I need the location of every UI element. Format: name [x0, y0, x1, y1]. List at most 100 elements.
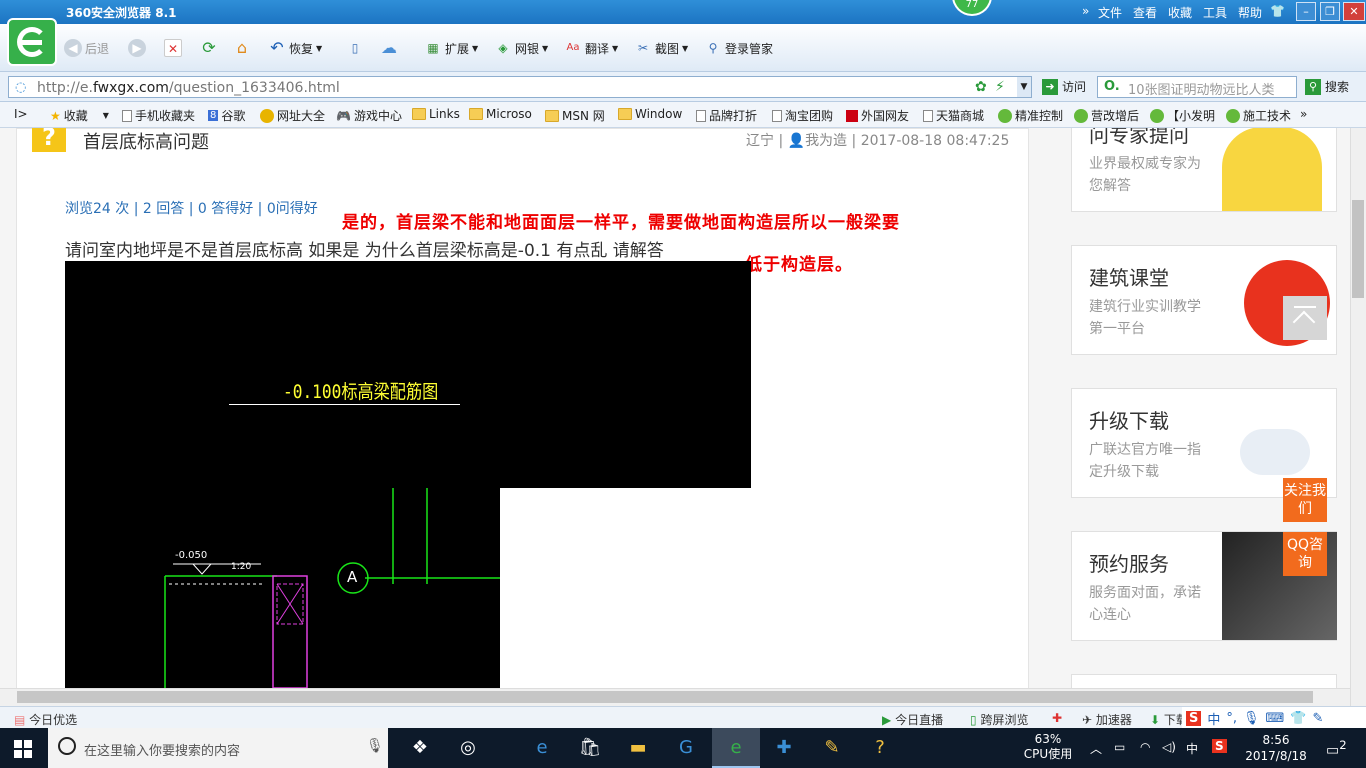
- fav-small-invention[interactable]: 【小发明: [1150, 107, 1215, 124]
- tools-icon: ✎: [1312, 710, 1324, 726]
- restore-button[interactable]: ❐: [1320, 2, 1340, 21]
- today-live[interactable]: ▶ 今日直播: [882, 711, 943, 728]
- forward-button[interactable]: ▶: [128, 38, 146, 58]
- start-button[interactable]: [14, 740, 32, 758]
- translate-button[interactable]: Aa 翻译 ▼: [564, 38, 619, 58]
- glodon-app-icon[interactable]: G: [662, 728, 710, 768]
- cad-lines: [164, 488, 500, 688]
- google-icon: 8: [208, 110, 219, 121]
- today-picks[interactable]: ▤ 今日优选: [14, 711, 77, 728]
- login-manager-button[interactable]: ⚲ 登录管家: [704, 38, 773, 58]
- sidebar-card-expert[interactable]: 问专家提问 业界最权威专家为您解答: [1071, 128, 1337, 212]
- extensions-button[interactable]: ▦ 扩展 ▼: [424, 38, 478, 58]
- fav-construction-tech[interactable]: 施工技术: [1226, 107, 1291, 124]
- url-text[interactable]: http://e.fwxgx.com/question_1633406.html: [37, 80, 340, 96]
- skin-icon: 👕: [1290, 710, 1307, 726]
- play-icon: ▶: [882, 713, 892, 727]
- bookmark-icon: [846, 109, 858, 122]
- cortana-app-icon[interactable]: ◎: [444, 728, 492, 768]
- phone-button[interactable]: ▯: [346, 38, 364, 58]
- edge-icon[interactable]: e: [518, 728, 566, 768]
- compat-mode-icon[interactable]: ✿: [975, 79, 987, 95]
- search-input[interactable]: O. 10张图证明动物远比人类: [1097, 76, 1297, 98]
- url-dropdown-icon[interactable]: ▼: [1017, 77, 1031, 97]
- menu-tools[interactable]: 工具: [1203, 4, 1227, 21]
- plus-icon: [260, 108, 274, 123]
- horizontal-scroll-thumb[interactable]: [17, 691, 1313, 703]
- qq-app-icon[interactable]: ✚: [760, 728, 808, 768]
- fav-links[interactable]: Links: [412, 107, 460, 121]
- refresh-button[interactable]: ⟳: [200, 38, 218, 58]
- close-button[interactable]: ✕: [1343, 2, 1365, 21]
- cpu-indicator[interactable]: 63% CPU使用: [1022, 732, 1074, 762]
- battery-icon[interactable]: ▭: [1114, 740, 1125, 754]
- notification-center[interactable]: ▭2: [1326, 738, 1347, 759]
- dropdown-icon: ▼: [682, 43, 689, 53]
- fav-collect[interactable]: ★ 收藏 ▼: [50, 107, 109, 124]
- mic-icon[interactable]: 🎙: [366, 738, 384, 754]
- netbank-button[interactable]: ◈ 网银 ▼: [494, 38, 548, 58]
- fav-microsoft[interactable]: Microso: [469, 107, 532, 121]
- fav-precise-control[interactable]: 精准控制: [998, 107, 1063, 124]
- favorites-more[interactable]: »: [1300, 107, 1307, 121]
- sidebar-card-title: 问专家提问: [1089, 128, 1189, 147]
- fav-google[interactable]: 8 谷歌: [208, 107, 245, 124]
- skin-icon[interactable]: 👕: [1270, 4, 1285, 18]
- clock[interactable]: 8:56 2017/8/18: [1244, 732, 1308, 764]
- speed-mode-icon[interactable]: ⚡: [995, 79, 1005, 95]
- minimize-button[interactable]: –: [1296, 2, 1316, 21]
- fav-foreign-netizens[interactable]: 外国网友: [846, 107, 909, 124]
- back-button[interactable]: ◀ 后退: [64, 38, 109, 58]
- fav-site-directory[interactable]: 网址大全: [260, 107, 325, 124]
- go-button[interactable]: ➜ 访问: [1042, 78, 1086, 95]
- menu-help[interactable]: 帮助: [1238, 4, 1262, 21]
- ime-toolbar[interactable]: S 中 °, 🎙 ⌨ 👕 ✎: [1182, 707, 1366, 729]
- task-view-icon[interactable]: ❖: [396, 728, 444, 768]
- accelerator[interactable]: ✈ 加速器: [1082, 711, 1132, 728]
- address-bar[interactable]: ◌ http://e.fwxgx.com/question_1633406.ht…: [8, 76, 1032, 98]
- vertical-scroll-thumb[interactable]: [1352, 200, 1364, 298]
- sidebar-toggle-icon[interactable]: I>: [14, 107, 28, 121]
- tray-expand-icon[interactable]: ︿: [1090, 740, 1102, 757]
- search-button[interactable]: ⚲ 搜索: [1305, 78, 1349, 95]
- qq-consult-button[interactable]: QQ咨询: [1283, 532, 1327, 576]
- level-mark: -0.050: [175, 550, 208, 561]
- file-explorer-icon[interactable]: ▬: [614, 728, 662, 768]
- sogou-tray-icon[interactable]: S: [1212, 739, 1227, 753]
- fav-windows[interactable]: Window: [618, 107, 682, 121]
- mic-icon: 🎙: [1243, 710, 1260, 726]
- stop-button[interactable]: ✕: [164, 38, 182, 58]
- tray-ime[interactable]: 中: [1186, 740, 1198, 757]
- notes-app-icon[interactable]: ✎: [808, 728, 856, 768]
- menu-favorites[interactable]: 收藏: [1168, 4, 1192, 21]
- menu-file[interactable]: 文件: [1098, 4, 1122, 21]
- help-app-icon[interactable]: ?: [856, 728, 904, 768]
- go-arrow-icon: ➜: [1042, 78, 1058, 95]
- screenshot-button[interactable]: ✂ 截图 ▼: [634, 38, 688, 58]
- cloud-button[interactable]: ☁: [380, 38, 398, 58]
- store-icon[interactable]: 🛍: [566, 728, 614, 768]
- fav-game-center[interactable]: 🎮 游戏中心: [336, 107, 402, 124]
- 360-browser-taskbar-icon[interactable]: e: [712, 728, 760, 768]
- home-button[interactable]: ⌂: [233, 38, 251, 58]
- question-user[interactable]: 我为造: [805, 133, 847, 149]
- fav-tmall[interactable]: 天猫商城: [923, 107, 984, 124]
- dropdown-icon: ▼: [472, 43, 479, 53]
- wifi-icon[interactable]: ◠: [1140, 740, 1150, 754]
- fav-vat-reform[interactable]: 营改增后: [1074, 107, 1139, 124]
- fav-mobile[interactable]: 手机收藏夹: [122, 107, 195, 124]
- cross-screen-browse[interactable]: ▯ 跨屏浏览: [970, 711, 1028, 728]
- menu-view[interactable]: 查看: [1133, 4, 1157, 21]
- volume-icon[interactable]: ◁): [1162, 740, 1176, 754]
- medical-icon[interactable]: ✚: [1052, 711, 1062, 725]
- wechat-icon: [1226, 108, 1240, 123]
- fav-taobao[interactable]: 淘宝团购: [772, 107, 833, 124]
- fav-brand-discount[interactable]: 品牌打折: [696, 107, 757, 124]
- taskbar-search[interactable]: 在这里输入你要搜索的内容 🎙: [48, 728, 388, 768]
- back-to-top-button[interactable]: [1283, 296, 1327, 340]
- follow-us-button[interactable]: 关注我们: [1283, 478, 1327, 522]
- fav-msn[interactable]: MSN 网: [545, 107, 605, 124]
- menu-chevron-icon[interactable]: »: [1082, 4, 1089, 18]
- restore-tabs-button[interactable]: ↶ 恢复 ▼: [268, 38, 322, 58]
- browser-logo[interactable]: [7, 18, 57, 66]
